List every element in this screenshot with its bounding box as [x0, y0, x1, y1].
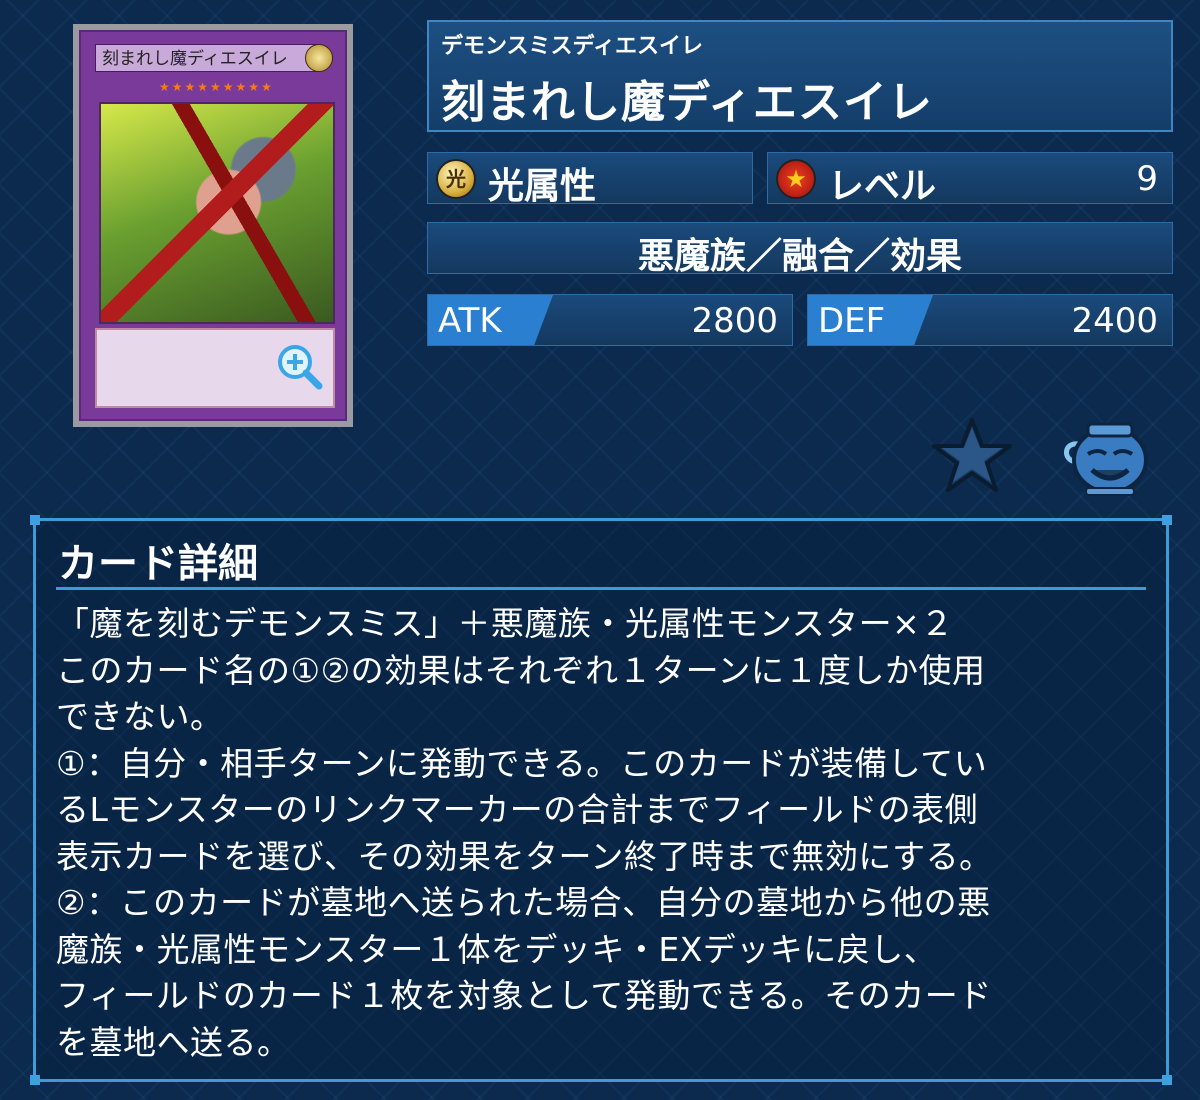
- card-name: 刻まれし魔ディエスイレ: [441, 77, 933, 128]
- level-label: レベル: [828, 166, 937, 207]
- atk-panel: ATK 2800: [427, 294, 793, 346]
- card-image-name: 刻まれし魔ディエスイレ: [95, 44, 317, 72]
- pot-of-greed-icon[interactable]: [1058, 416, 1154, 496]
- card-effect-text: 「魔を刻むデモンスミス」＋悪魔族・光属性モンスター×２ このカード名の①②の効果…: [56, 604, 993, 1062]
- card-name-box: デモンスミスディエスイレ 刻まれし魔ディエスイレ: [427, 20, 1173, 132]
- monster-type-panel: 悪魔族／融合／効果: [427, 222, 1173, 277]
- level-value: 9: [1136, 159, 1158, 199]
- zoom-in-icon[interactable]: [275, 342, 323, 390]
- panel-corner: [1162, 1075, 1172, 1085]
- card-name-ruby: デモンスミスディエスイレ: [441, 34, 704, 59]
- card-details-panel: カード詳細 「魔を刻むデモンスミス」＋悪魔族・光属性モンスター×２ このカード名…: [30, 515, 1172, 1085]
- panel-corner: [1162, 515, 1172, 525]
- panel-corner: [30, 1075, 40, 1085]
- card-image-attribute-icon: [305, 44, 333, 72]
- details-title: カード詳細: [58, 541, 258, 587]
- def-label: DEF: [818, 301, 886, 341]
- light-attribute-icon: 光: [436, 159, 476, 199]
- atk-label: ATK: [438, 301, 502, 341]
- card-image-level-stars: ★★★★★★★★★: [159, 80, 274, 94]
- panel-corner: [30, 515, 40, 525]
- card-image[interactable]: 刻まれし魔ディエスイレ ★★★★★★★★★: [73, 24, 353, 427]
- level-star-icon: ★: [776, 159, 816, 199]
- card-artwork: [99, 102, 335, 324]
- def-value: 2400: [1071, 301, 1158, 341]
- star-icon[interactable]: [930, 416, 1014, 494]
- card-image-textbox: [95, 328, 335, 408]
- card-frame: 刻まれし魔ディエスイレ ★★★★★★★★★: [79, 30, 347, 421]
- level-panel: ★ レベル 9: [767, 152, 1173, 207]
- details-divider: [56, 587, 1146, 590]
- monster-type-line: 悪魔族／融合／効果: [637, 236, 962, 277]
- attribute-label: 光属性: [488, 166, 597, 207]
- attribute-panel: 光 光属性: [427, 152, 753, 207]
- atk-value: 2800: [691, 301, 778, 341]
- def-panel: DEF 2400: [807, 294, 1173, 346]
